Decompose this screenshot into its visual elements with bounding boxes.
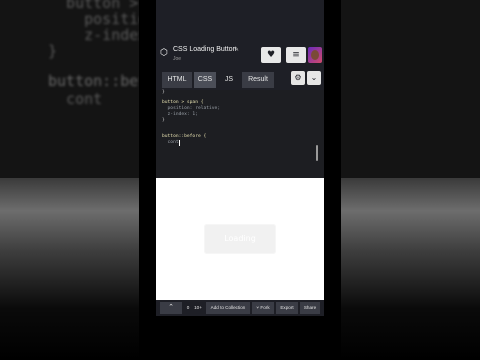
views-count: 0 <box>186 305 190 310</box>
tab-result[interactable]: Result <box>242 72 274 88</box>
editor-scrollbar[interactable] <box>316 145 318 161</box>
edit-title-icon[interactable]: ✎ <box>234 46 239 53</box>
avatar[interactable] <box>308 47 322 63</box>
text-cursor <box>178 140 180 146</box>
export-button[interactable]: Export <box>276 302 298 314</box>
pen-title[interactable]: CSS Loading Button <box>173 46 236 53</box>
bg-code-line: } <box>48 42 58 60</box>
code-line: } <box>162 118 165 123</box>
css-code-editor[interactable]: } button > span { position: relative; z-… <box>156 90 324 178</box>
bottom-letterbox <box>156 316 324 360</box>
fork-button[interactable]: ⑂ Fork <box>252 302 274 314</box>
tab-js[interactable]: JS <box>218 72 240 88</box>
letterbox-left <box>139 0 156 360</box>
pen-header: ⬡ CSS Loading Button ✎ Joe ♥ ≡ <box>156 38 324 70</box>
chevron-down-icon[interactable]: ⌄ <box>307 71 321 85</box>
result-preview: Loading <box>156 178 324 300</box>
code-line: } <box>162 90 165 95</box>
pen-author[interactable]: Joe <box>173 56 181 62</box>
code-line-current: cont <box>162 140 180 146</box>
code-text: cont <box>162 140 179 145</box>
share-button[interactable]: Share <box>300 302 320 314</box>
comment-count: 10+ <box>194 305 202 310</box>
fork-label: Fork <box>260 305 270 310</box>
add-to-collection-button[interactable]: Add to Collection <box>206 302 250 314</box>
bg-code-line: cont <box>48 90 103 108</box>
list-icon[interactable]: ≡ <box>286 47 306 63</box>
heart-icon[interactable]: ♥ <box>261 47 281 63</box>
tab-html[interactable]: HTML <box>162 72 192 88</box>
letterbox-right <box>324 0 341 360</box>
tab-css[interactable]: CSS <box>194 72 216 88</box>
code-line: z-index: 1; <box>162 112 198 117</box>
loading-button[interactable]: Loading <box>204 224 276 254</box>
codepen-phone-screen: ⬡ CSS Loading Button ✎ Joe ♥ ≡ HTML CSS … <box>156 0 324 360</box>
pen-footer: ⌃ 0 10+ Add to Collection ⑂ Fork Export … <box>156 300 324 316</box>
codepen-icon[interactable]: ⬡ <box>159 48 169 58</box>
gear-icon[interactable]: ⚙ <box>291 71 305 85</box>
video-frame: button > span { position: relative; z-in… <box>0 0 480 360</box>
editor-tabs: HTML CSS JS Result ⚙ ⌄ <box>156 70 324 90</box>
chevron-up-icon[interactable]: ⌃ <box>160 302 182 314</box>
